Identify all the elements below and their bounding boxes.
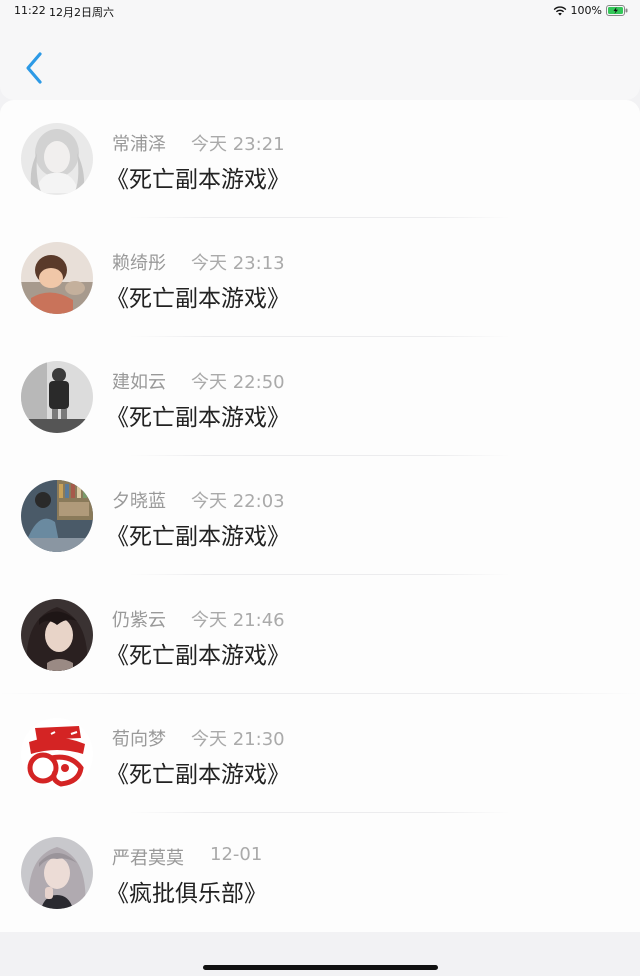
back-button[interactable] — [20, 48, 52, 88]
list-item[interactable]: 严君莫莫 12-01 《疯批俱乐部》 — [0, 814, 640, 932]
user-name: 夕晓蓝 — [112, 491, 166, 512]
avatar — [21, 480, 93, 552]
avatar — [21, 837, 93, 909]
home-indicator[interactable] — [203, 965, 438, 970]
divider — [130, 336, 510, 337]
user-name: 赖绮彤 — [112, 253, 166, 274]
list-item[interactable]: 仍紫云 今天 21:46 《死亡副本游戏》 — [0, 576, 640, 694]
wifi-icon — [553, 5, 566, 15]
user-name: 仍紫云 — [112, 610, 166, 631]
divider — [130, 455, 510, 456]
list-item[interactable]: 常浦泽 今天 23:21 《死亡副本游戏》 — [0, 100, 640, 218]
book-title: 《死亡副本游戏》 — [106, 286, 290, 312]
battery-percent: 100% — [570, 4, 602, 17]
divider — [0, 693, 640, 694]
reading-history-list: 常浦泽 今天 23:21 《死亡副本游戏》 赖绮彤 今天 23:13 《死亡副本… — [0, 100, 640, 932]
book-title: 《死亡副本游戏》 — [106, 405, 290, 431]
battery-charging-icon — [606, 5, 628, 16]
divider — [130, 812, 510, 813]
timestamp: 今天 21:30 — [191, 729, 285, 750]
book-title: 《死亡副本游戏》 — [106, 762, 290, 788]
timestamp: 12-01 — [210, 844, 263, 865]
book-title: 《死亡副本游戏》 — [106, 524, 290, 550]
list-item[interactable]: 夕晓蓝 今天 22:03 《死亡副本游戏》 — [0, 457, 640, 575]
user-name: 荀向梦 — [112, 729, 166, 750]
user-name: 严君莫莫 — [112, 848, 184, 869]
timestamp: 今天 22:03 — [191, 491, 285, 512]
avatar — [21, 718, 93, 790]
chevron-left-icon — [26, 52, 42, 84]
timestamp: 今天 23:21 — [191, 134, 285, 155]
list-item[interactable]: 建如云 今天 22:50 《死亡副本游戏》 — [0, 338, 640, 456]
avatar — [21, 361, 93, 433]
timestamp: 今天 22:50 — [191, 372, 285, 393]
list-item[interactable]: 赖绮彤 今天 23:13 《死亡副本游戏》 — [0, 219, 640, 337]
book-title: 《死亡副本游戏》 — [106, 167, 290, 193]
user-name: 建如云 — [112, 372, 166, 393]
book-title: 《死亡副本游戏》 — [106, 643, 290, 669]
divider — [130, 574, 510, 575]
avatar — [21, 242, 93, 314]
timestamp: 今天 21:46 — [191, 610, 285, 631]
status-date: 12月2日周六 — [49, 6, 114, 19]
list-item[interactable]: 荀向梦 今天 21:30 《死亡副本游戏》 — [0, 695, 640, 813]
avatar — [21, 599, 93, 671]
status-time: 11:22 — [14, 4, 46, 17]
user-name: 常浦泽 — [112, 134, 166, 155]
status-bar: 11:22 12月2日周六 100% — [0, 0, 640, 22]
avatar — [21, 123, 93, 195]
book-title: 《疯批俱乐部》 — [106, 881, 267, 907]
timestamp: 今天 23:13 — [191, 253, 285, 274]
divider — [130, 217, 510, 218]
